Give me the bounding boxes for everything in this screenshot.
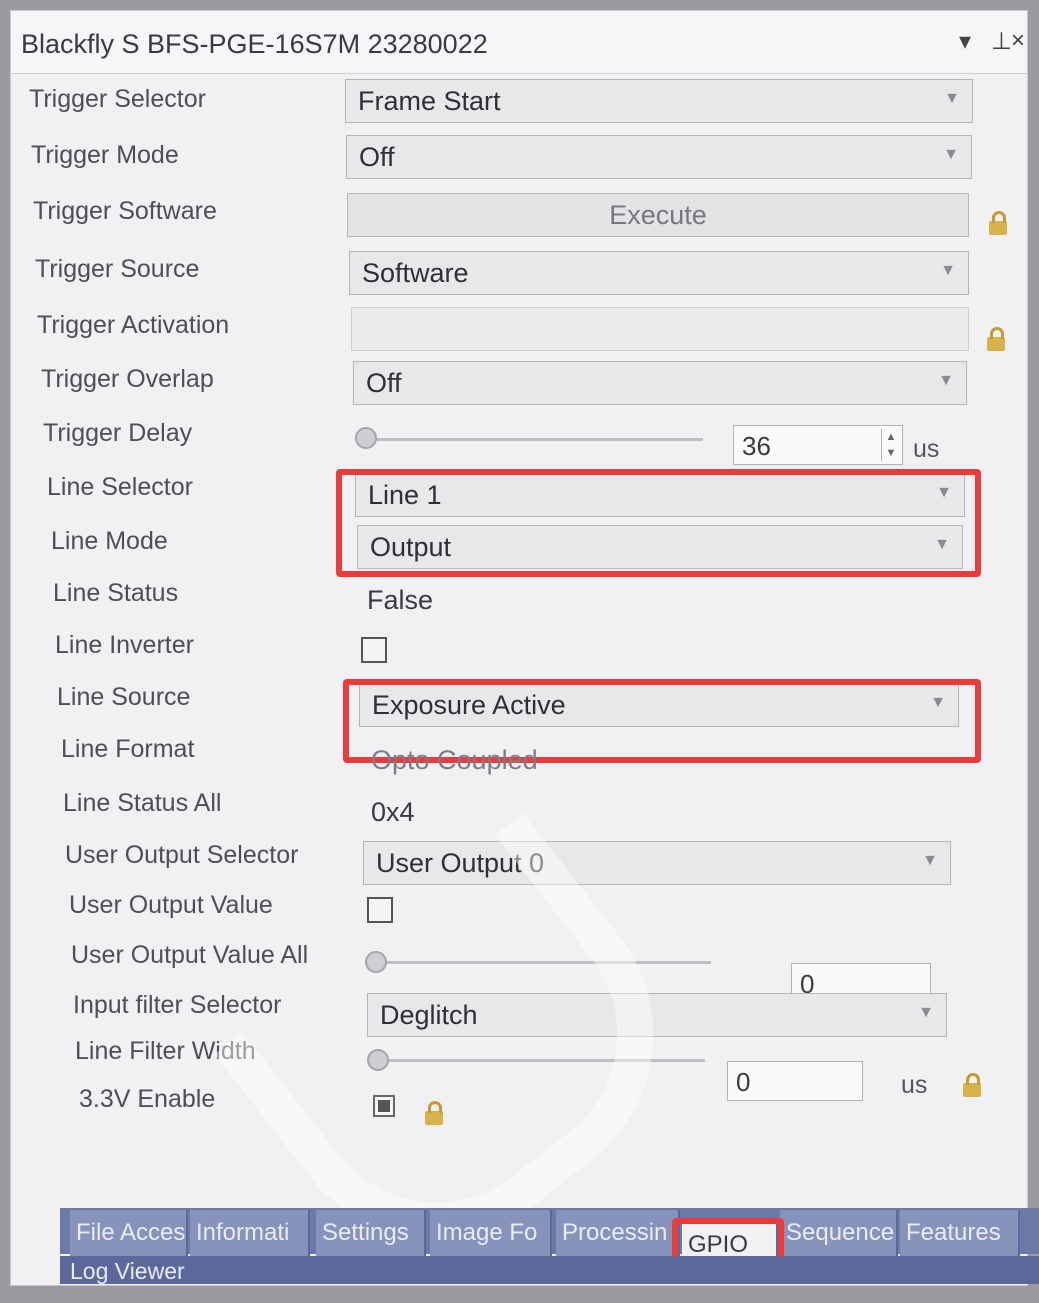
trigger-selector-value: Frame Start: [358, 86, 501, 116]
trigger-overlap-value: Off: [366, 368, 402, 398]
line-filter-width-slider-track[interactable]: [375, 1059, 705, 1062]
line-filter-width-value: 0: [736, 1067, 751, 1097]
line-status-all-value: 0x4: [371, 797, 415, 827]
chevron-down-icon: ▼: [940, 262, 956, 279]
lock-icon: [425, 1101, 443, 1125]
line-inverter-label: Line Inverter: [55, 631, 194, 659]
user-output-value-all-slider-thumb[interactable]: [365, 951, 387, 973]
trigger-delay-slider-thumb[interactable]: [355, 427, 377, 449]
execute-button[interactable]: Execute: [347, 193, 969, 237]
line-selector-label: Line Selector: [47, 473, 193, 501]
lock-icon: [963, 1073, 981, 1097]
enable-3v3-label: 3.3V Enable: [79, 1085, 216, 1113]
line-format-value: Opto Coupled: [371, 745, 538, 775]
chevron-down-icon: ▼: [943, 146, 959, 163]
line-inverter-checkbox[interactable]: [361, 637, 387, 663]
pin-icon[interactable]: ⊥: [991, 27, 1012, 56]
execute-button-label: Execute: [609, 200, 707, 230]
line-status-value: False: [367, 585, 434, 615]
user-output-value-checkbox[interactable]: [367, 897, 393, 923]
line-filter-width-input[interactable]: 0: [727, 1061, 863, 1101]
bottom-tab-strip: [60, 1256, 1039, 1284]
line-format-label: Line Format: [61, 735, 195, 763]
tab-log-viewer[interactable]: Log Viewer: [70, 1258, 185, 1285]
trigger-source-label: Trigger Source: [35, 255, 200, 283]
tab-settings[interactable]: Settings: [316, 1210, 426, 1256]
chevron-down-icon: ▼: [944, 90, 960, 107]
user-output-value-label: User Output Value: [69, 891, 273, 919]
user-output-selector-dropdown[interactable]: User Output 0 ▼: [363, 841, 951, 885]
lock-icon: [989, 211, 1007, 235]
line-status-label: Line Status: [53, 579, 179, 607]
tab-processing[interactable]: Processin: [556, 1210, 680, 1256]
trigger-delay-unit: us: [913, 435, 940, 463]
trigger-selector-dropdown[interactable]: Frame Start ▼: [345, 79, 973, 123]
trigger-activation-dropdown[interactable]: [351, 307, 969, 351]
tab-information[interactable]: Informati: [190, 1210, 310, 1256]
trigger-mode-dropdown[interactable]: Off ▼: [346, 135, 972, 179]
tab-image-format[interactable]: Image Fo: [430, 1210, 552, 1256]
input-filter-selector-dropdown[interactable]: Deglitch ▼: [367, 993, 947, 1037]
line-mode-label: Line Mode: [51, 527, 168, 555]
chevron-down-icon: ▼: [918, 1004, 934, 1021]
title-bar: Blackfly S BFS-PGE-16S7M 23280022 ▾ ⊥ ×: [11, 11, 1027, 74]
line-source-label: Line Source: [57, 683, 191, 711]
chevron-down-icon: ▼: [922, 852, 938, 869]
trigger-delay-value: 36: [742, 431, 771, 461]
trigger-mode-value: Off: [359, 142, 395, 172]
tab-features[interactable]: Features: [900, 1210, 1020, 1256]
user-output-selector-value: User Output 0: [376, 848, 545, 878]
line-filter-width-unit: us: [901, 1071, 928, 1099]
trigger-overlap-dropdown[interactable]: Off ▼: [353, 361, 967, 405]
trigger-activation-label: Trigger Activation: [37, 311, 230, 339]
user-output-value-all-slider-track[interactable]: [371, 961, 711, 964]
tab-sequence[interactable]: Sequence: [780, 1210, 898, 1256]
input-filter-selector-label: Input filter Selector: [73, 991, 282, 1019]
user-output-selector-label: User Output Selector: [65, 841, 299, 869]
line-status-all-label: Line Status All: [63, 789, 222, 817]
line-filter-width-slider-thumb[interactable]: [367, 1049, 389, 1071]
window-title: Blackfly S BFS-PGE-16S7M 23280022: [21, 29, 488, 59]
chevron-down-icon: ▼: [938, 372, 954, 389]
trigger-source-value: Software: [362, 258, 469, 288]
checkbox-fill: [378, 1100, 390, 1112]
trigger-mode-label: Trigger Mode: [31, 141, 179, 169]
close-icon[interactable]: ×: [1011, 27, 1025, 55]
line-filter-width-label: Line Filter Width: [75, 1037, 256, 1065]
tab-file-access[interactable]: File Acces: [70, 1210, 188, 1256]
trigger-delay-slider-track[interactable]: [363, 438, 703, 441]
trigger-software-label: Trigger Software: [33, 197, 217, 225]
camera-properties-panel: Blackfly S BFS-PGE-16S7M 23280022 ▾ ⊥ × …: [10, 10, 1028, 1286]
user-output-value-all-label: User Output Value All: [71, 941, 309, 969]
trigger-overlap-label: Trigger Overlap: [41, 365, 214, 393]
trigger-delay-input[interactable]: 36 ▲ ▼: [733, 425, 903, 465]
trigger-delay-label: Trigger Delay: [43, 419, 193, 447]
trigger-source-dropdown[interactable]: Software ▼: [349, 251, 969, 295]
spinner-icon[interactable]: ▲ ▼: [881, 429, 900, 461]
lock-icon: [987, 327, 1005, 351]
dropdown-icon[interactable]: ▾: [959, 27, 971, 56]
highlight-box-line-selector: [336, 469, 981, 577]
input-filter-selector-value: Deglitch: [380, 1000, 478, 1030]
enable-3v3-checkbox[interactable]: [373, 1095, 395, 1117]
trigger-selector-label: Trigger Selector: [29, 85, 206, 113]
